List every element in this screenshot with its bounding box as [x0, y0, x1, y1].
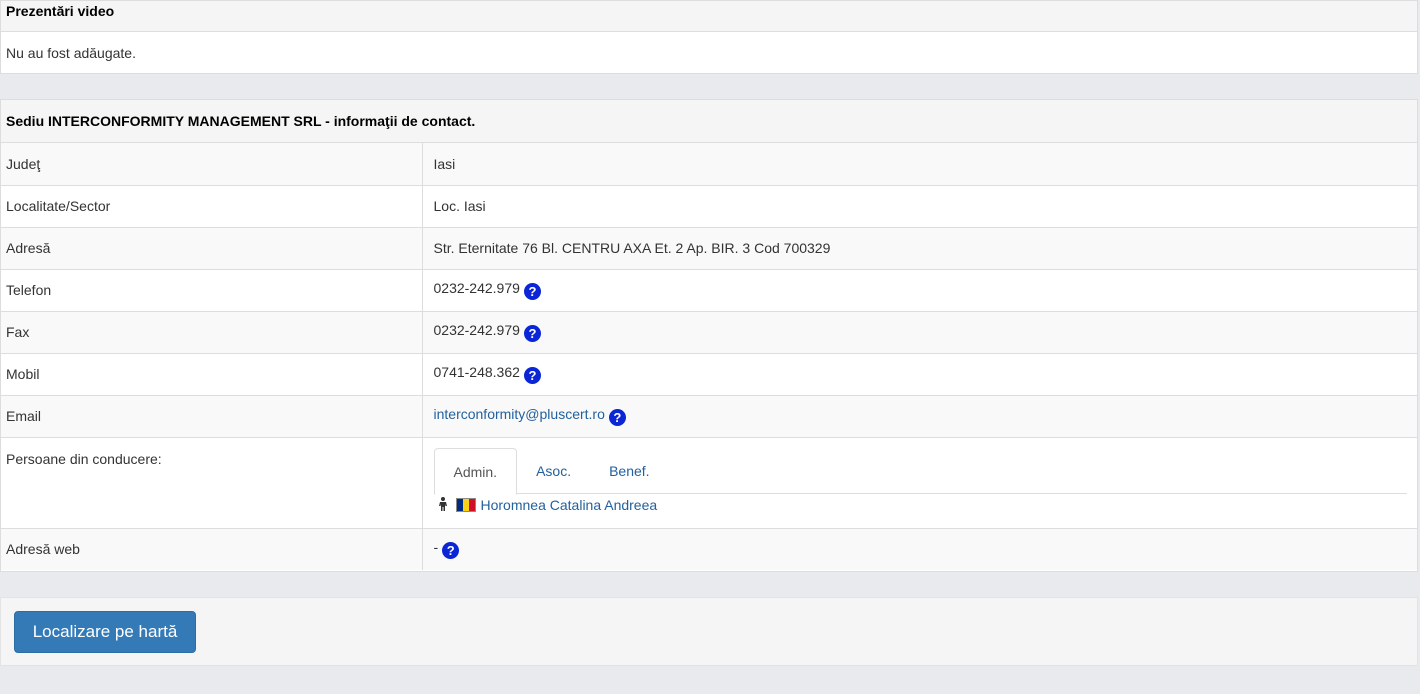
tab-bar: Admin. Asoc. Benef. — [433, 447, 1407, 495]
contact-table: Judeţ Iasi Localitate/Sector Loc. Iasi A… — [1, 143, 1417, 570]
telefon-cell: 0232-242.979? — [422, 268, 1417, 311]
tab-benef[interactable]: Benef. — [590, 448, 668, 494]
localitate-value: Loc. Iasi — [422, 184, 1417, 227]
email-cell: interconformity@pluscert.ro? — [422, 394, 1417, 437]
tab-asoc[interactable]: Asoc. — [517, 448, 590, 494]
telefon-help-icon[interactable]: ? — [523, 283, 541, 300]
judet-value: Iasi — [422, 143, 1417, 185]
fax-value: 0232-242.979 — [433, 322, 520, 338]
table-row-email: Email interconformity@pluscert.ro? — [1, 394, 1417, 437]
person-entry: Horomnea Catalina Andreea — [434, 494, 1408, 514]
adresa-web-value: - — [433, 539, 439, 556]
mobil-cell: 0741-248.362? — [422, 352, 1417, 395]
mobil-help-icon[interactable]: ? — [523, 367, 541, 384]
email-link[interactable]: interconformity@pluscert.ro — [434, 406, 605, 422]
email-help-icon[interactable]: ? — [608, 409, 626, 426]
table-row-persoane: Persoane din conducere: Admin. Asoc. Ben… — [1, 436, 1418, 528]
telefon-label: Telefon — [1, 268, 423, 311]
romania-flag-icon — [455, 498, 476, 512]
persoane-label: Persoane din conducere: — [1, 436, 423, 528]
person-icon — [438, 496, 450, 514]
map-location-button[interactable]: Localizare pe hartă — [14, 611, 196, 653]
management-tabs: Admin. Asoc. Benef. Horomnea Catalina An… — [433, 438, 1418, 514]
table-row-adresa: Adresă Str. Eternitate 76 Bl. CENTRU AXA… — [1, 226, 1417, 269]
fax-cell: 0232-242.979? — [422, 310, 1417, 353]
video-panel-title: Prezentări video — [1, 1, 1417, 32]
fax-help-icon[interactable]: ? — [523, 325, 541, 342]
judet-label: Judeţ — [1, 143, 423, 185]
email-label: Email — [1, 394, 423, 437]
table-row-mobil: Mobil 0741-248.362? — [1, 352, 1417, 395]
video-panel: Prezentări video Nu au fost adăugate. — [0, 0, 1418, 74]
tab-admin[interactable]: Admin. — [433, 447, 518, 495]
adresa-value: Str. Eternitate 76 Bl. CENTRU AXA Et. 2 … — [422, 226, 1417, 269]
table-row-adresa-web: Adresă web -? — [1, 527, 1417, 570]
person-name-link[interactable]: Horomnea Catalina Andreea — [481, 497, 658, 513]
page: Prezentări video Nu au fost adăugate. Se… — [0, 0, 1420, 694]
localitate-label: Localitate/Sector — [1, 184, 423, 227]
adresa-label: Adresă — [1, 226, 423, 269]
telefon-value: 0232-242.979 — [433, 280, 520, 296]
adresa-web-cell: -? — [422, 527, 1417, 570]
adresa-web-label: Adresă web — [1, 527, 423, 570]
adresa-web-help-icon[interactable]: ? — [442, 542, 460, 560]
video-panel-body: Nu au fost adăugate. — [6, 45, 136, 61]
map-panel: Localizare pe hartă — [0, 597, 1418, 666]
table-row-localitate: Localitate/Sector Loc. Iasi — [1, 184, 1417, 227]
contact-panel-title: Sediu INTERCONFORMITY MANAGEMENT SRL - i… — [1, 100, 1417, 143]
mobil-value: 0741-248.362 — [433, 364, 520, 380]
contact-panel: Sediu INTERCONFORMITY MANAGEMENT SRL - i… — [0, 99, 1418, 572]
table-row-fax: Fax 0232-242.979? — [1, 310, 1417, 353]
mobil-label: Mobil — [1, 352, 423, 395]
table-row-telefon: Telefon 0232-242.979? — [1, 268, 1417, 311]
fax-label: Fax — [1, 310, 423, 353]
persoane-cell: Admin. Asoc. Benef. Horomnea Catalina An… — [422, 436, 1418, 528]
table-row-judet: Judeţ Iasi — [1, 143, 1417, 185]
